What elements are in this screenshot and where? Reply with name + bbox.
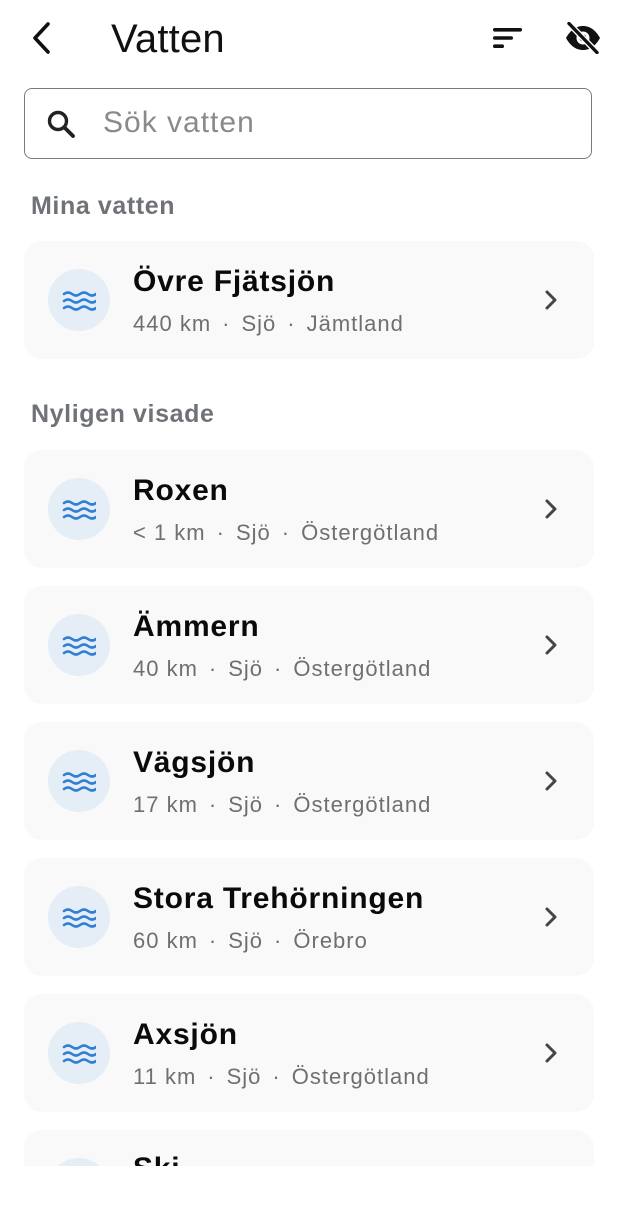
water-type: Sjö bbox=[228, 928, 264, 953]
meta-separator: · bbox=[207, 1064, 216, 1089]
app-header: Vatten bbox=[0, 0, 620, 78]
meta-separator: · bbox=[281, 520, 291, 545]
chevron-right-icon bbox=[545, 907, 557, 927]
water-type-badge bbox=[48, 750, 110, 812]
water-waves-icon bbox=[62, 500, 96, 520]
sort-icon bbox=[493, 28, 522, 48]
water-meta: 17 km · Sjö · Östergötland bbox=[133, 792, 431, 818]
water-region: Östergötland bbox=[291, 1064, 430, 1089]
meta-separator: · bbox=[274, 928, 283, 953]
water-distance: < 1 km bbox=[133, 520, 206, 545]
water-waves-icon bbox=[62, 772, 96, 792]
water-list-item[interactable]: Stora Trehörningen 60 km · Sjö · Örebro bbox=[24, 858, 594, 976]
water-type-badge bbox=[48, 478, 110, 540]
water-type: Sjö bbox=[241, 311, 277, 336]
water-name: Stora Trehörningen bbox=[133, 882, 425, 915]
water-waves-icon bbox=[62, 908, 96, 928]
meta-separator: · bbox=[222, 311, 231, 336]
water-list-item[interactable]: Axsjön 11 km · Sjö · Östergötland bbox=[24, 994, 594, 1112]
water-list-item[interactable]: Övre Fjätsjön 440 km · Sjö · Jämtland bbox=[24, 241, 594, 359]
water-region: Östergötland bbox=[301, 520, 440, 545]
meta-separator: · bbox=[274, 656, 283, 681]
water-list-item[interactable]: Roxen < 1 km · Sjö · Östergötland bbox=[24, 450, 594, 568]
water-name: Axsjön bbox=[133, 1018, 238, 1051]
water-distance: 60 km bbox=[133, 928, 198, 953]
water-waves-icon bbox=[62, 1044, 96, 1064]
water-type-badge bbox=[48, 886, 110, 948]
water-waves-icon bbox=[62, 291, 96, 311]
hide-button[interactable] bbox=[560, 18, 606, 58]
water-type: Sjö bbox=[226, 1064, 262, 1089]
meta-separator: · bbox=[208, 792, 218, 817]
meta-separator: · bbox=[272, 1064, 281, 1089]
meta-separator: · bbox=[287, 311, 296, 336]
water-region: Jämtland bbox=[306, 311, 404, 336]
chevron-right-icon bbox=[545, 290, 557, 310]
chevron-right-icon bbox=[545, 1043, 557, 1063]
water-type: Sjö bbox=[228, 792, 264, 817]
water-name: Roxen bbox=[133, 474, 229, 507]
water-meta: < 1 km · Sjö · Östergötland bbox=[133, 520, 439, 546]
chevron-right-icon bbox=[545, 635, 557, 655]
list-clip-area bbox=[0, 1166, 620, 1219]
meta-separator: · bbox=[208, 928, 218, 953]
search-field[interactable] bbox=[24, 88, 592, 159]
meta-separator: · bbox=[216, 520, 225, 545]
section-heading-mina-vatten: Mina vatten bbox=[31, 192, 176, 220]
water-distance: 17 km bbox=[133, 792, 198, 817]
water-region: Örebro bbox=[293, 928, 368, 953]
chevron-right-icon bbox=[545, 771, 557, 791]
section-heading-nyligen-visade: Nyligen visade bbox=[31, 400, 215, 428]
search-input[interactable] bbox=[103, 99, 563, 147]
screen: Vatten Mina vatten Övre Fjätsjön440 bbox=[0, 0, 620, 1219]
sort-button[interactable] bbox=[486, 18, 530, 58]
water-list-item[interactable]: Vägsjön 17 km · Sjö · Östergötland bbox=[24, 722, 594, 840]
water-meta: 440 km · Sjö · Jämtland bbox=[133, 311, 404, 337]
water-list-item[interactable]: Ämmern 40 km · Sjö · Östergötland bbox=[24, 586, 594, 704]
water-type: Sjö bbox=[235, 520, 271, 545]
page-title: Vatten bbox=[111, 17, 225, 61]
water-type-badge bbox=[48, 1022, 110, 1084]
meta-separator: · bbox=[208, 656, 218, 681]
chevron-left-icon bbox=[33, 22, 50, 54]
water-distance: 440 km bbox=[133, 311, 212, 336]
meta-separator: · bbox=[274, 792, 283, 817]
water-meta: 11 km · Sjö · Östergötland bbox=[133, 1064, 430, 1090]
water-region: Östergötland bbox=[293, 656, 432, 681]
water-type-badge bbox=[48, 614, 110, 676]
water-type-badge bbox=[48, 269, 110, 331]
back-button[interactable] bbox=[22, 18, 62, 58]
water-waves-icon bbox=[62, 636, 96, 656]
water-name: Vägsjön bbox=[133, 746, 256, 779]
water-name: Ämmern bbox=[133, 610, 260, 643]
search-icon bbox=[47, 110, 75, 138]
water-distance: 11 km bbox=[133, 1064, 197, 1089]
water-type: Sjö bbox=[228, 656, 264, 681]
water-meta: 60 km · Sjö · Örebro bbox=[133, 928, 368, 954]
water-name: Övre Fjätsjön bbox=[133, 265, 336, 298]
eye-off-icon bbox=[566, 22, 600, 54]
water-region: Östergötland bbox=[293, 792, 432, 817]
chevron-right-icon bbox=[545, 499, 557, 519]
water-distance: 40 km bbox=[133, 656, 198, 681]
water-meta: 40 km · Sjö · Östergötland bbox=[133, 656, 431, 682]
